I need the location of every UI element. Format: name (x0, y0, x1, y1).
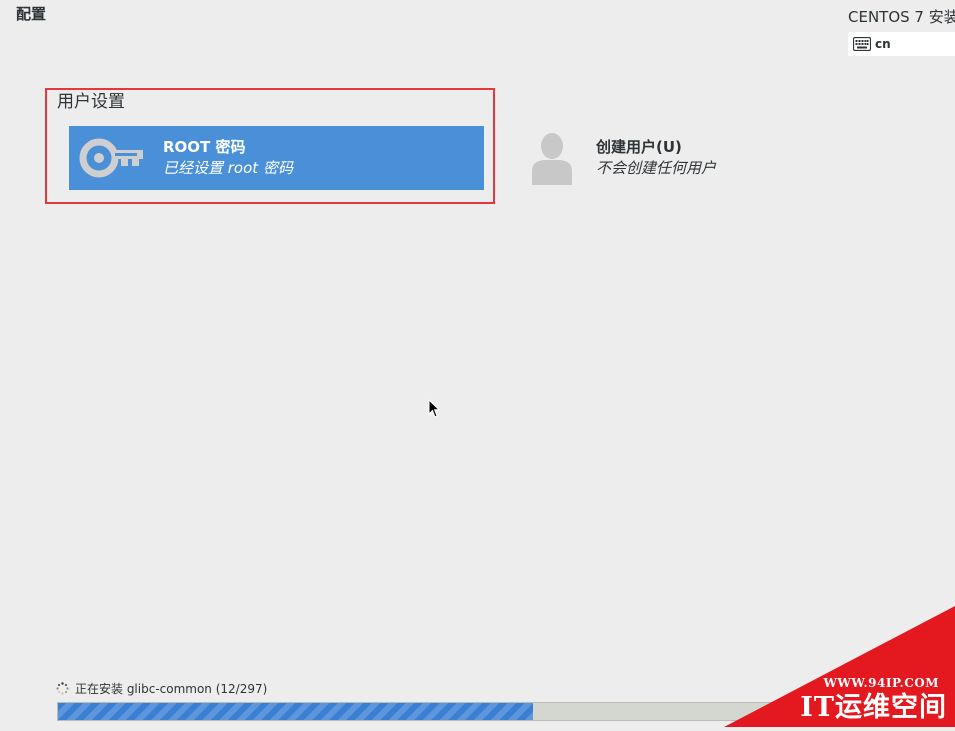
keyboard-layout-label: cn (875, 37, 891, 51)
keyboard-icon (853, 37, 871, 51)
key-icon (77, 126, 147, 190)
install-status-row: 正在安装 glibc-common (12/297) (56, 680, 267, 697)
watermark-name: IT运维空间 (800, 692, 947, 723)
page-title: 配置 (16, 5, 47, 23)
keyboard-layout-indicator[interactable]: cn (848, 32, 955, 56)
create-user-spoke[interactable]: 创建用户(U) 不会创建任何用户 (517, 126, 817, 190)
section-title-user-settings: 用户设置 (57, 92, 125, 112)
install-status-text: 正在安装 glibc-common (12/297) (75, 682, 268, 696)
install-progress-fill (58, 703, 533, 720)
product-title: CENTOS 7 安装 (848, 8, 955, 26)
create-user-status: 不会创建任何用户 (596, 159, 717, 177)
create-user-title: 创建用户(U) (596, 138, 682, 156)
root-password-spoke[interactable]: ROOT 密码 已经设置 root 密码 (69, 126, 484, 190)
mouse-pointer-icon (428, 399, 440, 418)
user-icon (517, 126, 587, 190)
root-password-title: ROOT 密码 (163, 138, 246, 156)
watermark-badge: WWW.94IP.COM IT运维空间 (724, 606, 955, 727)
spinner-icon (56, 682, 69, 695)
root-password-status: 已经设置 root 密码 (163, 159, 293, 177)
